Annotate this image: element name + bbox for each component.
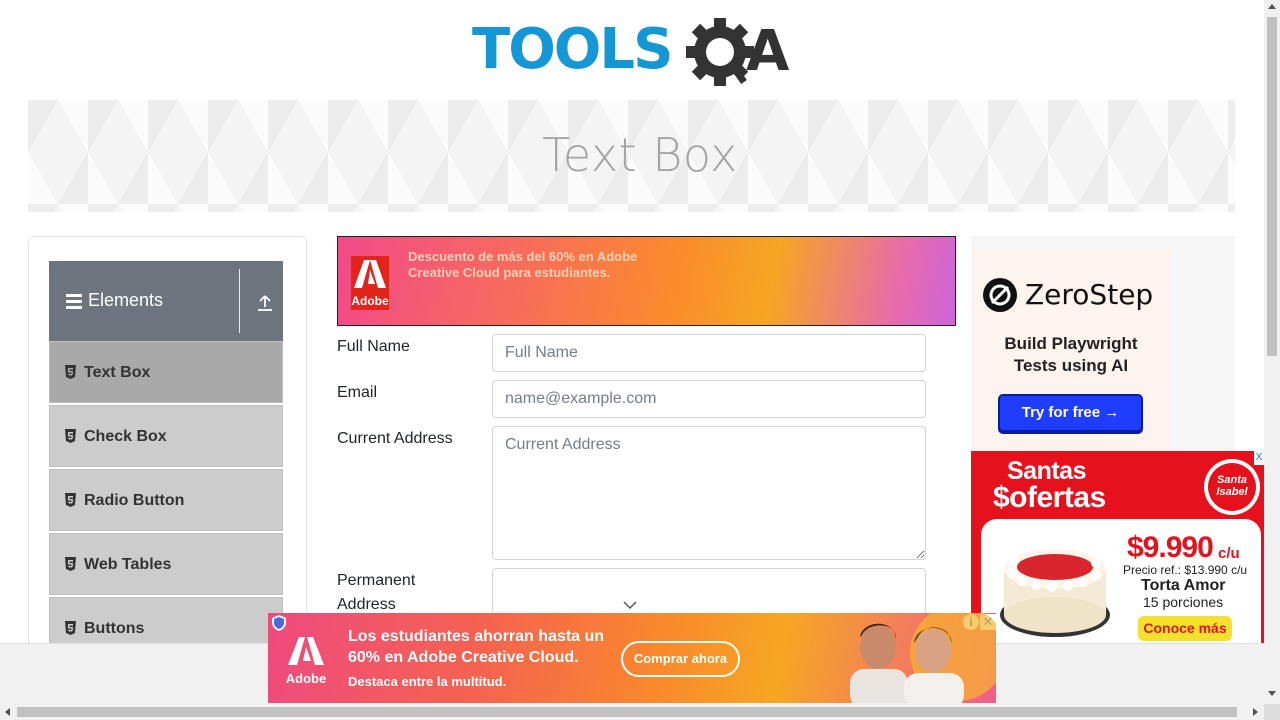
sidebar-group-title: Elements xyxy=(88,290,164,310)
ad-close-icon[interactable]: X xyxy=(1254,451,1264,465)
adobe-logo-icon: Adobe xyxy=(351,256,389,310)
email-label: Email xyxy=(337,384,378,401)
shield-icon xyxy=(272,615,286,631)
sidebar-item-check-box[interactable]: Check Box xyxy=(49,405,283,467)
sidebar-item-web-tables[interactable]: Web Tables xyxy=(49,533,283,595)
ad-headline: Los estudiantes ahorran hasta un 60% en … xyxy=(348,628,605,666)
adobe-bottom-ad[interactable]: i ✕ Adobe Los estudiantes ahorran hasta … xyxy=(268,613,996,703)
sidebar-item-label: Web Tables xyxy=(84,556,172,573)
cake-image xyxy=(1000,549,1110,637)
html5-icon xyxy=(65,429,76,443)
scroll-down-icon[interactable] xyxy=(1268,691,1276,696)
brand-line1: Santa xyxy=(1217,474,1247,486)
ad-subtext: Destaca entre la multitud. xyxy=(348,674,507,689)
horizontal-scrollbar[interactable] xyxy=(0,704,1264,720)
html5-icon xyxy=(65,365,76,379)
logo-text-tools: TOOLS xyxy=(472,17,671,82)
collapse-icon[interactable] xyxy=(256,294,274,312)
toolsqa-logo[interactable]: TOOLS A xyxy=(472,14,796,90)
vertical-scrollbar-thumb[interactable] xyxy=(1267,17,1277,356)
brand-line2: Isabel xyxy=(1216,486,1248,498)
header: TOOLS A xyxy=(0,0,1264,100)
ad-text: Descuento de más del 60% en Adobe Creati… xyxy=(408,249,638,280)
zerostep-ad[interactable]: ZeroStep Build Playwright Tests using AI… xyxy=(971,250,1171,450)
sidebar-item-text-box[interactable]: Text Box xyxy=(49,341,283,403)
ad-ref-price: Precio ref.: $13.990 c/u xyxy=(1123,563,1248,577)
ad-portions: 15 porciones xyxy=(1143,594,1224,610)
ad-price-unit: c/u xyxy=(1218,545,1240,562)
santa-isabel-ad[interactable]: Santas $ofertas Santa Isabel X $9.990 c/… xyxy=(971,451,1264,643)
students-photo xyxy=(850,613,996,703)
html5-icon xyxy=(65,557,76,571)
svg-text:Adobe: Adobe xyxy=(286,671,326,686)
gear-icon xyxy=(686,18,754,86)
chevron-down-icon xyxy=(623,601,637,610)
zerostep-brand: ZeroStep xyxy=(1025,278,1154,311)
logo-text-a: A xyxy=(746,19,790,84)
zerostep-tagline-line1: Build Playwright xyxy=(1004,334,1138,353)
html5-icon xyxy=(65,621,76,635)
sidebar-item-label: Radio Button xyxy=(84,492,185,509)
ad-product-name: Torta Amor xyxy=(1141,577,1226,594)
scroll-up-icon[interactable] xyxy=(1268,4,1276,9)
horizontal-scrollbar-thumb[interactable] xyxy=(17,707,1237,717)
ad-title-line2: $ofertas xyxy=(993,481,1106,514)
sidebar-group-elements[interactable]: Elements xyxy=(49,261,283,341)
sidebar-item-label: Text Box xyxy=(84,364,151,381)
ad-price: $9.990 xyxy=(1127,531,1214,564)
menu-icon xyxy=(66,294,82,309)
sidebar-item-label: Check Box xyxy=(84,428,167,445)
sidebar-item-label: Buttons xyxy=(84,620,145,637)
full-name-label: Full Name xyxy=(337,338,410,355)
full-name-input[interactable] xyxy=(492,334,926,372)
vertical-scrollbar[interactable] xyxy=(1264,0,1280,704)
permanent-address-label-line1: Permanent xyxy=(337,572,416,589)
email-input[interactable] xyxy=(492,380,926,418)
sidebar-item-radio-button[interactable]: Radio Button xyxy=(49,469,283,531)
svg-text:Adobe: Adobe xyxy=(351,294,389,308)
zerostep-tagline-line2: Tests using AI xyxy=(1013,356,1129,375)
adobe-logo-icon: Adobe xyxy=(286,637,326,686)
permanent-address-label-line2: Address xyxy=(337,596,396,613)
adobe-top-ad[interactable]: Adobe Descuento de más del 60% en Adobe … xyxy=(337,236,956,326)
permanent-address-label: Permanent Address xyxy=(337,569,415,617)
current-address-label: Current Address xyxy=(337,430,453,447)
try-for-free-button[interactable]: Try for free → xyxy=(998,394,1143,432)
scrollbar-corner xyxy=(1264,704,1280,720)
conoce-mas-button[interactable]: Conoce más xyxy=(1138,616,1232,641)
scroll-right-icon[interactable] xyxy=(1253,708,1258,716)
page-title: Text Box xyxy=(542,128,738,182)
zerostep-tagline: Build Playwright Tests using AI xyxy=(971,333,1171,377)
current-address-input[interactable] xyxy=(492,426,926,560)
comprar-ahora-button[interactable]: Comprar ahora xyxy=(621,641,740,677)
zerostep-logo-icon xyxy=(983,278,1017,312)
group-divider xyxy=(239,269,240,333)
html5-icon xyxy=(65,493,76,507)
scroll-left-icon[interactable] xyxy=(5,708,10,716)
santa-isabel-logo-text: Santa Isabel xyxy=(1208,463,1256,511)
